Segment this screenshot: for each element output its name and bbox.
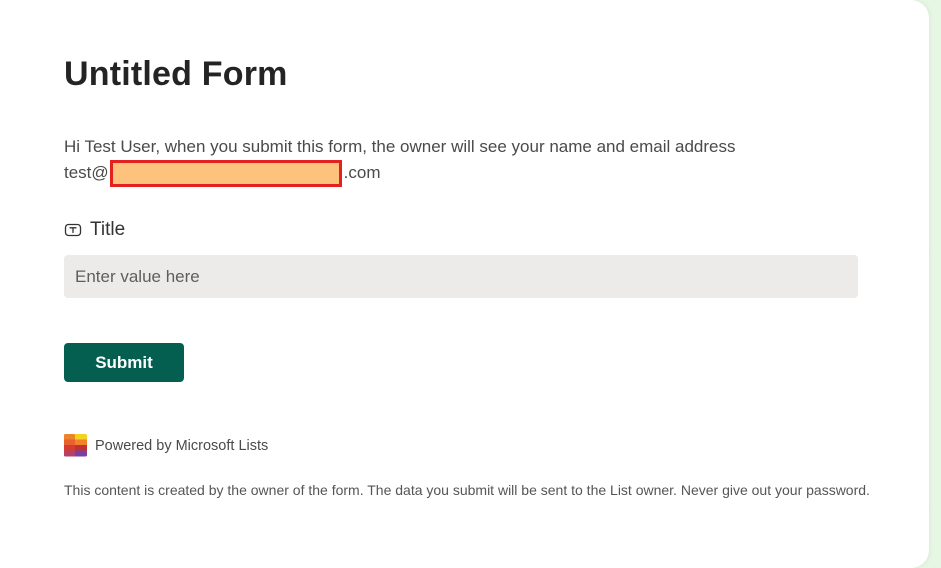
powered-by: Powered by Microsoft Lists — [64, 434, 268, 457]
title-field-label: Title — [90, 219, 126, 240]
email-redaction — [109, 159, 342, 187]
title-field-header: Title — [64, 219, 125, 241]
powered-by-text: Powered by Microsoft Lists — [95, 437, 269, 454]
user-email: test@ .com — [64, 159, 864, 187]
owner-notice-text: Hi Test User, when you submit this form,… — [64, 137, 736, 156]
owner-notice: Hi Test User, when you submit this form,… — [64, 134, 864, 187]
email-prefix: test@ — [64, 163, 109, 182]
title-input[interactable] — [64, 255, 858, 298]
form-card: Untitled Form Hi Test User, when you sub… — [0, 0, 929, 568]
disclaimer-text: This content is created by the owner of … — [64, 482, 870, 498]
text-field-icon — [64, 221, 82, 239]
submit-button[interactable]: Submit — [64, 343, 184, 382]
microsoft-lists-logo — [64, 434, 87, 457]
email-suffix: .com — [343, 163, 381, 182]
form-title: Untitled Form — [64, 55, 288, 93]
